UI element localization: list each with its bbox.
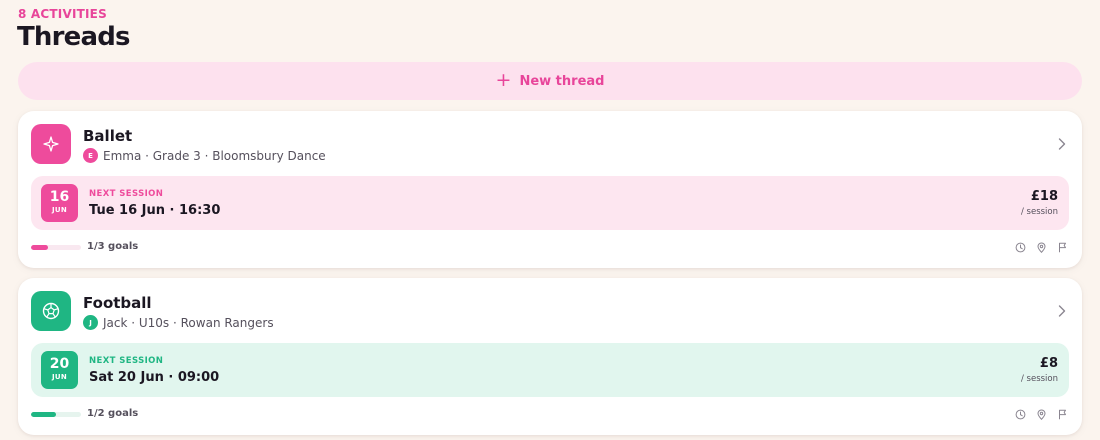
next-session-panel[interactable]: 16 JUN NEXT SESSION Tue 16 Jun · 16:30 £…: [31, 176, 1069, 230]
football-icon: [31, 291, 71, 331]
clock-icon[interactable]: [1015, 409, 1026, 420]
card-tools: [1015, 409, 1068, 420]
page-eyebrow: 8 ACTIVITIES: [18, 7, 107, 21]
date-day: 20: [49, 356, 70, 372]
avatar: J: [83, 315, 98, 330]
next-session-time: Tue 16 Jun · 16:30: [89, 203, 221, 218]
chevron-right-icon[interactable]: [1056, 137, 1068, 151]
goals-progress-bar: [31, 412, 81, 417]
next-session-label: NEXT SESSION: [89, 189, 164, 199]
goals-count: 1/2 goals: [87, 408, 139, 419]
thread-subtitle-row: J Jack · U10s · Rowan Rangers: [83, 315, 274, 330]
location-pin-icon[interactable]: [1036, 409, 1047, 420]
next-session-panel[interactable]: 20 JUN NEXT SESSION Sat 20 Jun · 09:00 £…: [31, 343, 1069, 397]
thread-title: Football: [83, 294, 152, 312]
date-month: JUN: [51, 206, 68, 214]
new-thread-label: New thread: [519, 73, 605, 89]
thread-subtitle: Jack · U10s · Rowan Rangers: [103, 315, 274, 330]
flag-icon[interactable]: [1057, 409, 1068, 420]
price-per-session: / session: [1020, 207, 1058, 217]
next-session-time: Sat 20 Jun · 09:00: [89, 370, 220, 385]
session-price: £8: [1039, 356, 1058, 371]
goals-count: 1/3 goals: [87, 241, 139, 252]
thread-card-football[interactable]: Football J Jack · U10s · Rowan Rangers 2…: [18, 278, 1082, 435]
chevron-right-icon[interactable]: [1056, 304, 1068, 318]
goals-progress-fill: [31, 412, 56, 417]
date-day: 16: [49, 189, 70, 205]
new-thread-button[interactable]: + New thread: [18, 62, 1082, 100]
date-month: JUN: [51, 373, 68, 381]
price-per-session: / session: [1020, 374, 1058, 384]
thread-title: Ballet: [83, 127, 133, 145]
sparkle-icon: [31, 124, 71, 164]
goals-progress-fill: [31, 245, 48, 250]
plus-icon: +: [495, 68, 512, 91]
location-pin-icon[interactable]: [1036, 242, 1047, 253]
thread-subtitle-row: E Emma · Grade 3 · Bloomsbury Dance: [83, 148, 326, 163]
avatar: E: [83, 148, 98, 163]
session-price: £18: [1030, 189, 1058, 204]
date-badge: 20 JUN: [41, 351, 78, 389]
goals-progress-bar: [31, 245, 81, 250]
thread-subtitle: Emma · Grade 3 · Bloomsbury Dance: [103, 148, 326, 163]
date-badge: 16 JUN: [41, 184, 78, 222]
clock-icon[interactable]: [1015, 242, 1026, 253]
thread-card-ballet[interactable]: Ballet E Emma · Grade 3 · Bloomsbury Dan…: [18, 111, 1082, 268]
flag-icon[interactable]: [1057, 242, 1068, 253]
next-session-label: NEXT SESSION: [89, 356, 164, 366]
card-tools: [1015, 242, 1068, 253]
page-title: Threads: [17, 22, 131, 52]
